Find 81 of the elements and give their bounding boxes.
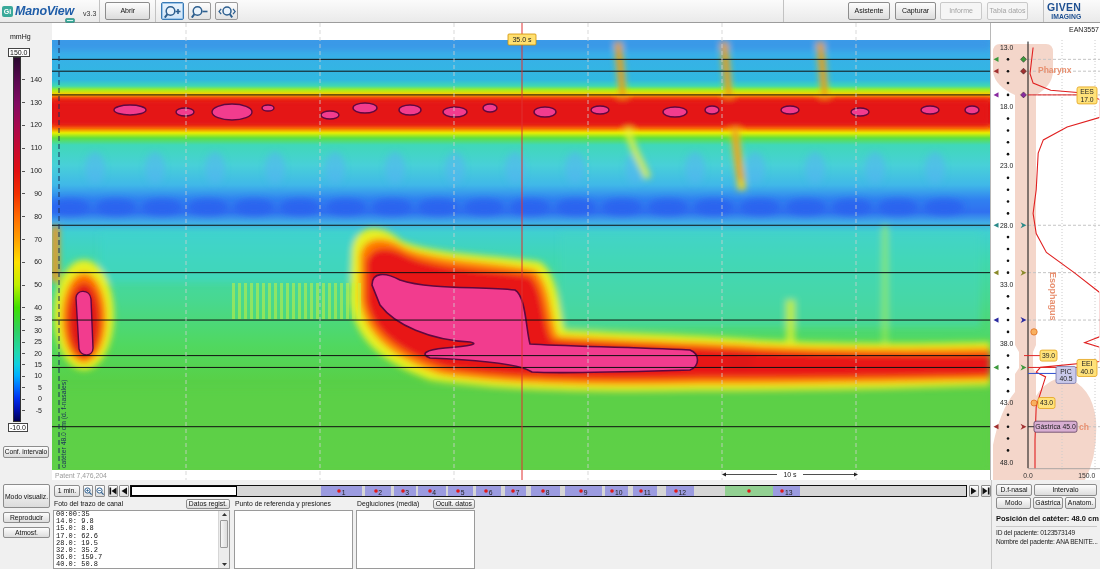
scroll-up-icon[interactable] [221, 513, 227, 516]
sensor-dot-icon [1006, 449, 1010, 452]
skip-to-start-icon [109, 486, 117, 495]
sensor-dot-icon [1006, 330, 1010, 334]
sensor-dot-icon [1006, 69, 1010, 73]
landmark-circle-icon [1030, 328, 1038, 336]
scrollbar[interactable] [218, 511, 229, 568]
sensor-dot-icon [1006, 366, 1010, 369]
zoom-out-button[interactable] [188, 2, 212, 20]
event-segment[interactable] [725, 485, 773, 496]
skip-to-end-icon [982, 486, 990, 495]
event-dot-icon [337, 488, 342, 493]
esophagus-label: Esophagus [1048, 272, 1058, 321]
sensor-dot-icon [1006, 271, 1010, 274]
sensor-dot-icon [1006, 295, 1010, 298]
panel-list-box[interactable] [234, 510, 353, 569]
time-cursor-line[interactable] [521, 23, 523, 480]
skip-to-end-button[interactable] [981, 484, 991, 497]
sensor-dot-icon [1006, 354, 1010, 357]
zoom-fit-icon [217, 4, 236, 18]
stomach-label: ch [1079, 422, 1089, 432]
landmark-circle-icon [1030, 399, 1038, 407]
tag-leader-line [1027, 426, 1035, 428]
zoom-in-button[interactable] [161, 2, 185, 20]
zoom-in-icon [84, 486, 92, 495]
sensor-dot-icon [1006, 117, 1010, 120]
pharynx-label: Pharynx [1038, 65, 1072, 75]
event-dot-icon [456, 488, 461, 493]
step-forward-icon [970, 486, 978, 495]
app-name: ManoView [15, 3, 75, 19]
sensor-dot-icon [1006, 425, 1010, 428]
timeline-window[interactable] [131, 485, 237, 496]
event-dot-icon [610, 488, 615, 493]
zoom-in-button[interactable] [83, 484, 93, 497]
sensor-dot-icon [1006, 413, 1010, 417]
zoom-out-icon [96, 486, 104, 495]
sensor-dot-icon [1006, 318, 1010, 322]
event-dot-icon [673, 488, 678, 493]
event-dot-icon [639, 488, 644, 493]
event-dot-icon [780, 488, 785, 493]
scroll-down-icon[interactable] [221, 563, 227, 566]
tag-leader-line [1027, 372, 1057, 374]
event-dot-icon [511, 488, 516, 493]
sensor-dot-icon [1006, 212, 1010, 215]
event-dot-icon [579, 488, 584, 493]
step-forward-button[interactable] [969, 484, 979, 497]
edition-badge-icon [65, 17, 76, 23]
sensor-dot-icon [1006, 129, 1010, 132]
sensor-dot-icon [1006, 58, 1010, 61]
zoom-out-button[interactable] [95, 484, 105, 497]
panel-list-box[interactable] [356, 510, 475, 569]
event-dot-icon [373, 488, 378, 493]
tag-leader-line [1027, 94, 1078, 96]
sensor-dot-icon [1006, 176, 1010, 180]
event-dot-icon [427, 488, 432, 493]
event-dot-icon [400, 488, 405, 493]
sensor-dot-icon [1006, 259, 1010, 263]
sensor-dot-icon [1006, 141, 1010, 144]
sensor-dot-icon [1006, 93, 1010, 97]
step-back-icon [120, 486, 128, 495]
skip-to-start-button[interactable] [108, 484, 118, 497]
sensor-dot-icon [1006, 437, 1010, 440]
zoom-in-icon [163, 4, 182, 18]
sensor-dot-icon [1006, 247, 1010, 251]
company-logo: GIVEN [1047, 2, 1082, 13]
sensor-dot-icon [1006, 188, 1010, 191]
zoom-out-icon [190, 4, 209, 18]
scrollbar-thumb[interactable] [220, 519, 228, 548]
sensor-dot-icon [1006, 81, 1010, 85]
sensor-dot-icon [1006, 235, 1010, 239]
sensor-dot-icon [1006, 306, 1010, 310]
sensor-dot-icon [1006, 389, 1010, 393]
event-dot-icon [484, 488, 489, 493]
event-dot-icon [541, 488, 546, 493]
zoom-fit-button[interactable] [215, 2, 239, 20]
sensor-dot-icon [1006, 200, 1010, 203]
event-dot-icon [746, 488, 751, 493]
tag-leader-line [1023, 355, 1041, 357]
sensor-dot-icon [1006, 152, 1010, 156]
sensor-dot-icon [1006, 378, 1010, 381]
step-back-button[interactable] [119, 484, 129, 497]
